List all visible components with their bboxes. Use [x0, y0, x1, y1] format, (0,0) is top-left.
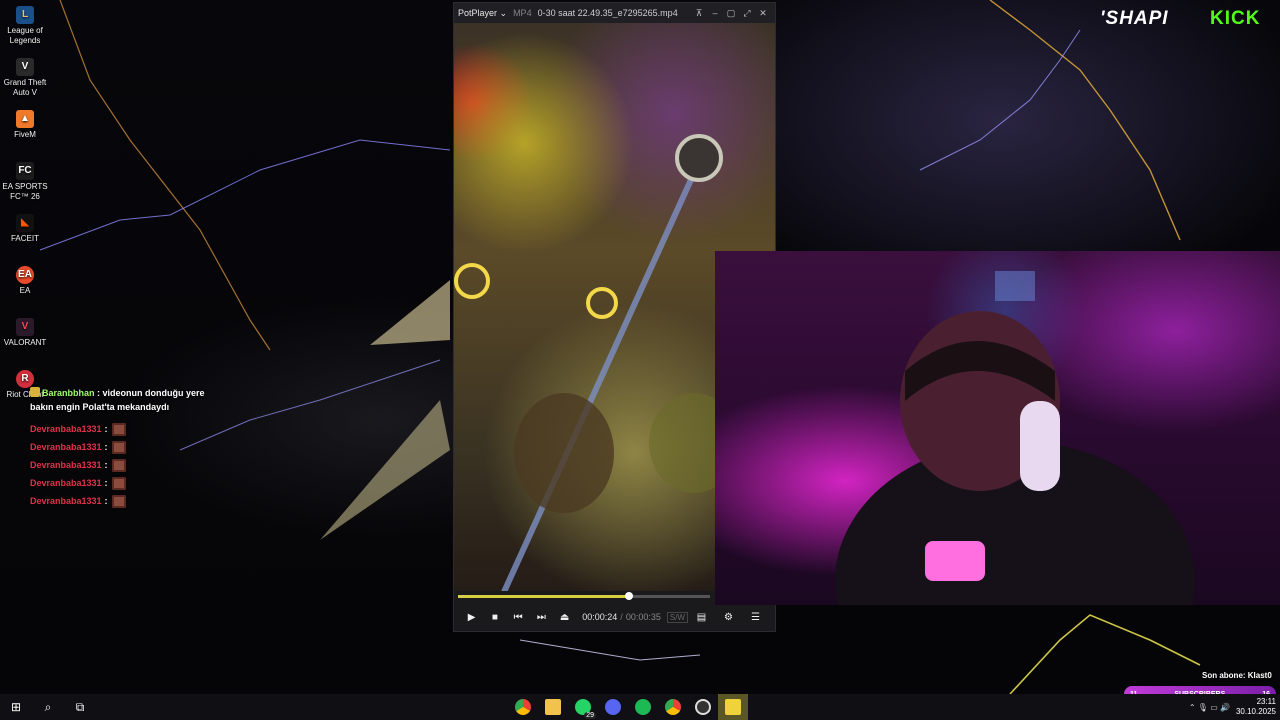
shapi-logo: 'SHAPI: [1100, 8, 1169, 29]
microphone-icon[interactable]: 🎙: [1198, 703, 1208, 712]
valorant-icon: V: [16, 318, 34, 336]
chat-username: Devranbaba1331: [30, 496, 102, 506]
time-separator: /: [620, 612, 623, 622]
desktop-icon-ea[interactable]: EA EA: [2, 266, 48, 296]
seek-knob[interactable]: [625, 592, 634, 600]
chat-separator: :: [104, 424, 108, 434]
gta-icon: V: [16, 58, 34, 76]
desktop-icon-league[interactable]: L League of Legends: [2, 6, 48, 46]
chat-username: Devranbaba1331: [30, 460, 102, 470]
desktop-icon-fivem[interactable]: ▲ FiveM: [2, 110, 48, 140]
seek-bar-fill: [458, 595, 630, 598]
volume-icon[interactable]: 🔊: [1220, 703, 1230, 712]
chat-message: Baranbbhan : videonun donduğu yere bakın…: [30, 386, 220, 414]
chrome-icon[interactable]: [508, 694, 538, 720]
chat-repeat-list: Devranbaba1331: Devranbaba1331: Devranbaba…: [30, 420, 220, 510]
chat-message: Devranbaba1331:: [30, 456, 220, 474]
clock[interactable]: 23:11 30.10.2025: [1236, 697, 1276, 717]
webcam-feed: [715, 251, 1280, 605]
desktop-icon-faceit[interactable]: ◣ FACEIT: [2, 214, 48, 244]
maximize-icon[interactable]: ▢: [723, 8, 739, 19]
chat-username: Baranbbhan: [42, 388, 95, 398]
desktop-icon-label: FACEIT: [10, 234, 39, 243]
chat-emote-icon: [111, 476, 126, 490]
network-icon[interactable]: ▭: [1210, 703, 1218, 712]
whatsapp-badge: 29: [584, 712, 596, 719]
settings-gear-icon[interactable]: ⚙: [715, 612, 742, 623]
seek-bar[interactable]: [458, 592, 710, 600]
ea-icon: EA: [16, 266, 34, 284]
chat-username: Devranbaba1331: [30, 442, 102, 452]
desktop-icon-gta[interactable]: V Grand Theft Auto V: [2, 58, 48, 98]
minimize-icon[interactable]: –: [707, 8, 723, 18]
obs-icon[interactable]: [688, 694, 718, 720]
chat-emote-icon: [111, 440, 126, 454]
chat-username: Devranbaba1331: [30, 424, 102, 434]
chat-emote-icon: [111, 422, 126, 436]
chat-emote-icon: [111, 458, 126, 472]
stop-icon[interactable]: ■: [483, 612, 506, 623]
play-icon[interactable]: ▶: [460, 612, 483, 623]
webcam-scene: [835, 271, 1195, 605]
chat-message: Devranbaba1331:: [30, 492, 220, 510]
desktop-icon-label: FiveM: [14, 130, 36, 139]
search-icon[interactable]: ⌕: [32, 694, 64, 720]
chat-separator: :: [104, 460, 108, 470]
chat-overlay: Baranbbhan : videonun donduğu yere bakın…: [30, 386, 220, 510]
next-icon[interactable]: ⏭: [530, 612, 553, 623]
chat-message: Devranbaba1331:: [30, 438, 220, 456]
format-label: MP4: [513, 8, 532, 18]
desktop-icon-ea-fc[interactable]: FC EA SPORTS FC™ 26: [2, 162, 48, 202]
eject-icon[interactable]: ⏏: [553, 612, 576, 623]
kick-logo: KICK: [1210, 8, 1261, 29]
chat-separator: :: [104, 442, 108, 452]
pin-icon[interactable]: ⊼: [691, 8, 707, 19]
tray-chevron-icon[interactable]: ⌃: [1189, 703, 1196, 712]
close-icon[interactable]: ✕: [755, 8, 771, 19]
windows-start-icon[interactable]: ⊞: [0, 694, 32, 720]
faceit-icon: ◣: [16, 214, 34, 232]
desktop-icon-label: EA SPORTS FC™ 26: [2, 182, 48, 201]
potplayer-menu[interactable]: PotPlayer ⌄: [458, 8, 507, 19]
desktop-icon-label: VALORANT: [3, 338, 47, 347]
subscriber-badge-icon: [30, 387, 40, 397]
clock-date: 30.10.2025: [1235, 707, 1276, 716]
playlist-icon[interactable]: ▤: [688, 612, 715, 623]
chat-separator: :: [104, 478, 108, 488]
spotify-icon[interactable]: [628, 694, 658, 720]
desktop-icon-label: Grand Theft Auto V: [3, 78, 47, 97]
desktop-icon-label: League of Legends: [7, 26, 43, 45]
fullscreen-icon[interactable]: ⤢: [739, 8, 755, 19]
clock-time: 23:11: [1256, 697, 1276, 706]
discord-icon[interactable]: [598, 694, 628, 720]
current-time: 00:00:24: [582, 612, 618, 622]
codec-badge[interactable]: S/W: [666, 611, 688, 623]
playback-controls: ▶ ■ ⏮ ⏭ ⏏ 00:00:24 / 00:00:35 S/W ▤ ⚙ ☰: [454, 603, 775, 631]
fivem-icon: ▲: [16, 110, 34, 128]
chrome-profile-icon[interactable]: [658, 694, 688, 720]
last-subscriber: Son abone: Klast0: [1202, 671, 1272, 680]
chat-message: Devranbaba1331:: [30, 474, 220, 492]
ea-fc-icon: FC: [16, 162, 34, 180]
taskbar: ⊞ ⌕ ⧉ 29 ⌃ 🎙 ▭ 🔊 23:11 30.10.2025: [0, 694, 1280, 720]
previous-icon[interactable]: ⏮: [507, 612, 530, 623]
potplayer-taskbar-icon[interactable]: [718, 694, 748, 720]
menu-icon[interactable]: ☰: [742, 612, 769, 623]
desktop-icon-valorant[interactable]: V VALORANT: [2, 318, 48, 348]
chat-separator: :: [104, 496, 108, 506]
whatsapp-icon[interactable]: 29: [568, 694, 598, 720]
desktop-icon-label: EA: [19, 286, 31, 295]
league-icon: L: [16, 6, 34, 24]
chat-emote-icon: [111, 494, 126, 508]
video-filename: 0-30 saat 22.49.35_e7295265.mp4: [537, 8, 678, 18]
potplayer-titlebar[interactable]: PotPlayer ⌄ MP4 0-30 saat 22.49.35_e7295…: [454, 3, 775, 23]
total-duration: 00:00:35: [625, 612, 661, 622]
task-view-icon[interactable]: ⧉: [64, 694, 96, 720]
system-tray: ⌃ 🎙 ▭ 🔊 23:11 30.10.2025: [1189, 694, 1276, 720]
file-explorer-icon[interactable]: [538, 694, 568, 720]
chat-username: Devranbaba1331: [30, 478, 102, 488]
chat-message: Devranbaba1331:: [30, 420, 220, 438]
